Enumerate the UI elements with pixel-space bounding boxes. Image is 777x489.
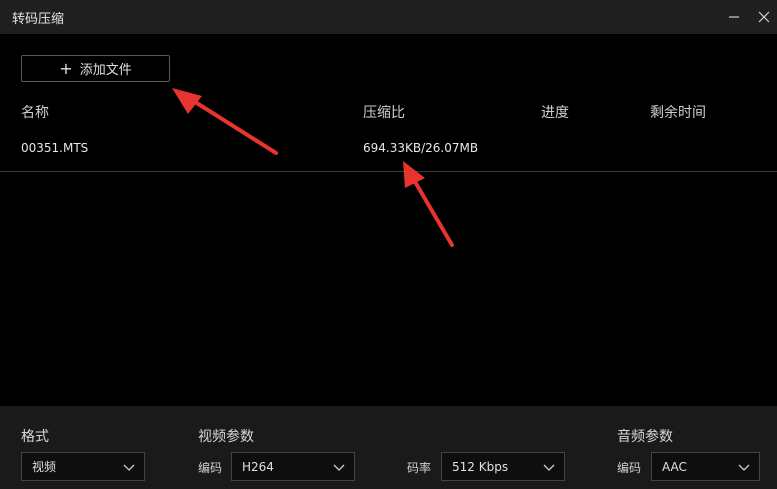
audio-codec-select[interactable]: AAC <box>651 452 760 481</box>
column-header-ratio[interactable]: 压缩比 <box>363 102 405 122</box>
audio-params-label: 音频参数 <box>617 429 673 445</box>
video-codec-select[interactable]: H264 <box>231 452 355 481</box>
red-arrow-icon <box>403 161 454 247</box>
audio-codec-value: AAC <box>662 459 687 474</box>
minimize-button[interactable] <box>722 5 746 29</box>
minimize-icon <box>729 16 739 18</box>
add-file-button[interactable]: + 添加文件 <box>21 55 170 82</box>
format-label: 格式 <box>21 429 49 445</box>
file-name-cell: 00351.MTS <box>21 141 89 155</box>
bitrate-select[interactable]: 512 Kbps <box>441 452 565 481</box>
close-icon <box>758 11 770 23</box>
add-file-label: 添加文件 <box>79 63 132 78</box>
format-select[interactable]: 视频 <box>21 452 145 481</box>
red-arrow-icon <box>172 88 278 155</box>
bitrate-label: 码率 <box>407 461 432 475</box>
plus-icon: + <box>59 58 73 78</box>
chevron-down-icon <box>543 464 555 471</box>
chevron-down-icon <box>123 464 135 471</box>
chevron-down-icon <box>738 464 750 471</box>
video-codec-label: 编码 <box>198 461 223 475</box>
video-params-label: 视频参数 <box>198 429 254 445</box>
column-header-name[interactable]: 名称 <box>21 102 49 122</box>
bitrate-value: 512 Kbps <box>452 459 509 474</box>
window-title: 转码压缩 <box>12 12 65 27</box>
audio-codec-label: 编码 <box>617 461 642 475</box>
chevron-down-icon <box>333 464 345 471</box>
close-button[interactable] <box>752 5 776 29</box>
video-codec-value: H264 <box>242 459 274 474</box>
format-value: 视频 <box>32 460 57 474</box>
ratio-cell: 694.33KB/26.07MB <box>363 141 479 155</box>
column-header-progress[interactable]: 进度 <box>541 102 569 122</box>
title-bar: 转码压缩 <box>0 0 777 34</box>
row-divider <box>0 171 777 172</box>
column-header-remaining[interactable]: 剩余时间 <box>650 102 706 122</box>
